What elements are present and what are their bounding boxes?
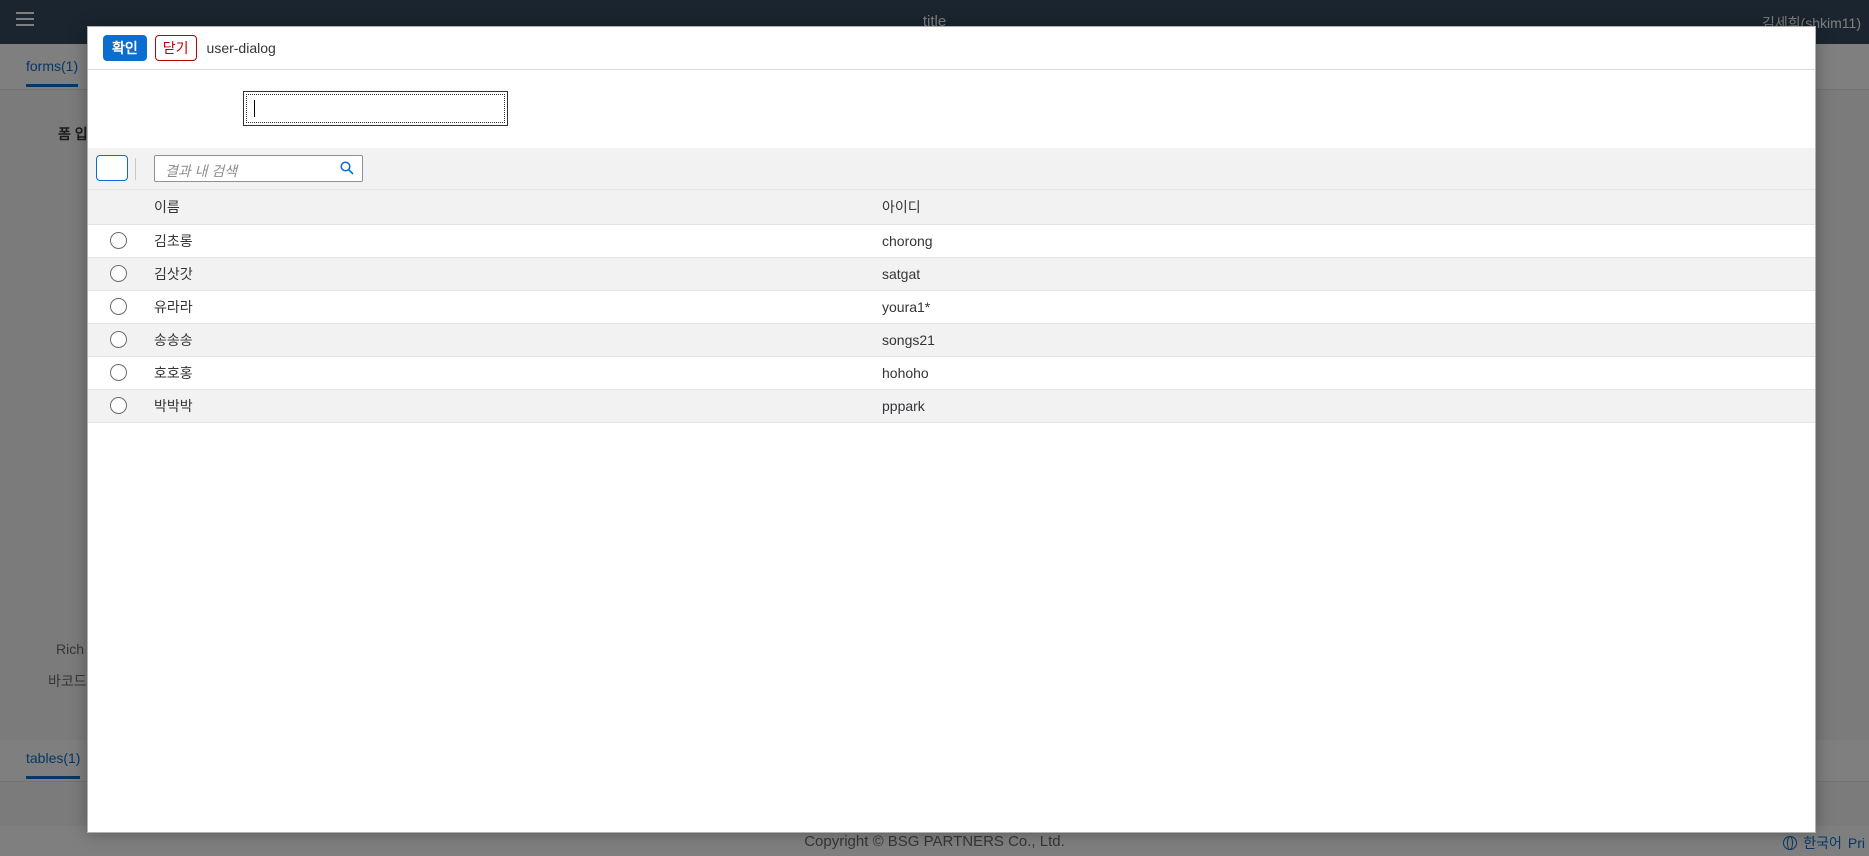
dialog-title: user-dialog xyxy=(206,40,276,56)
table-header-row: 이름 아이디 xyxy=(88,190,1815,225)
row-radio[interactable] xyxy=(110,331,127,348)
text-caret xyxy=(254,100,255,117)
table-toolbar: 결과 내 검색 xyxy=(88,148,1815,190)
cell-id: hohoho xyxy=(882,356,1815,390)
table-row[interactable]: 김초롱 chorong xyxy=(88,224,1815,258)
table-row[interactable]: 유라라 youra1* xyxy=(88,290,1815,324)
result-search-input[interactable]: 결과 내 검색 xyxy=(154,155,363,182)
user-table: 이름 아이디 김초롱 chorong 김삿갓 satgat 유라라 youra1… xyxy=(88,190,1815,423)
name-column-header[interactable]: 이름 xyxy=(154,190,882,225)
cell-name: 송송송 xyxy=(154,323,882,357)
user-dialog: 확인 닫기 user-dialog 결과 내 검색 이름 아이디 김초롱 cho… xyxy=(87,26,1816,833)
table-row[interactable]: 송송송 songs21 xyxy=(88,323,1815,357)
dialog-header: 확인 닫기 user-dialog xyxy=(88,27,1815,70)
table-row[interactable]: 박박박 pppark xyxy=(88,389,1815,423)
search-placeholder: 결과 내 검색 xyxy=(165,163,238,179)
cell-id: songs21 xyxy=(882,323,1815,357)
row-radio[interactable] xyxy=(110,364,127,381)
toolbar-button[interactable] xyxy=(96,155,128,181)
cell-id: youra1* xyxy=(882,290,1815,324)
table-row[interactable]: 김삿갓 satgat xyxy=(88,257,1815,291)
row-radio[interactable] xyxy=(110,397,127,414)
user-input-field[interactable] xyxy=(243,91,508,126)
cell-name: 박박박 xyxy=(154,389,882,423)
row-radio[interactable] xyxy=(110,265,127,282)
confirm-button[interactable]: 확인 xyxy=(103,35,147,61)
cell-id: pppark xyxy=(882,389,1815,423)
select-column-header xyxy=(88,190,154,225)
table-row[interactable]: 호호홍 hohoho xyxy=(88,356,1815,390)
id-column-header[interactable]: 아이디 xyxy=(882,190,1815,225)
row-radio[interactable] xyxy=(110,232,127,249)
dialog-form xyxy=(88,70,1815,148)
toolbar-separator xyxy=(135,158,136,180)
row-radio[interactable] xyxy=(110,298,127,315)
cell-name: 호호홍 xyxy=(154,356,882,390)
close-button[interactable]: 닫기 xyxy=(154,35,197,61)
cell-name: 유라라 xyxy=(154,290,882,324)
cell-name: 김초롱 xyxy=(154,224,882,258)
cell-name: 김삿갓 xyxy=(154,257,882,291)
cell-id: satgat xyxy=(882,257,1815,291)
search-icon[interactable] xyxy=(340,161,354,175)
cell-id: chorong xyxy=(882,224,1815,258)
